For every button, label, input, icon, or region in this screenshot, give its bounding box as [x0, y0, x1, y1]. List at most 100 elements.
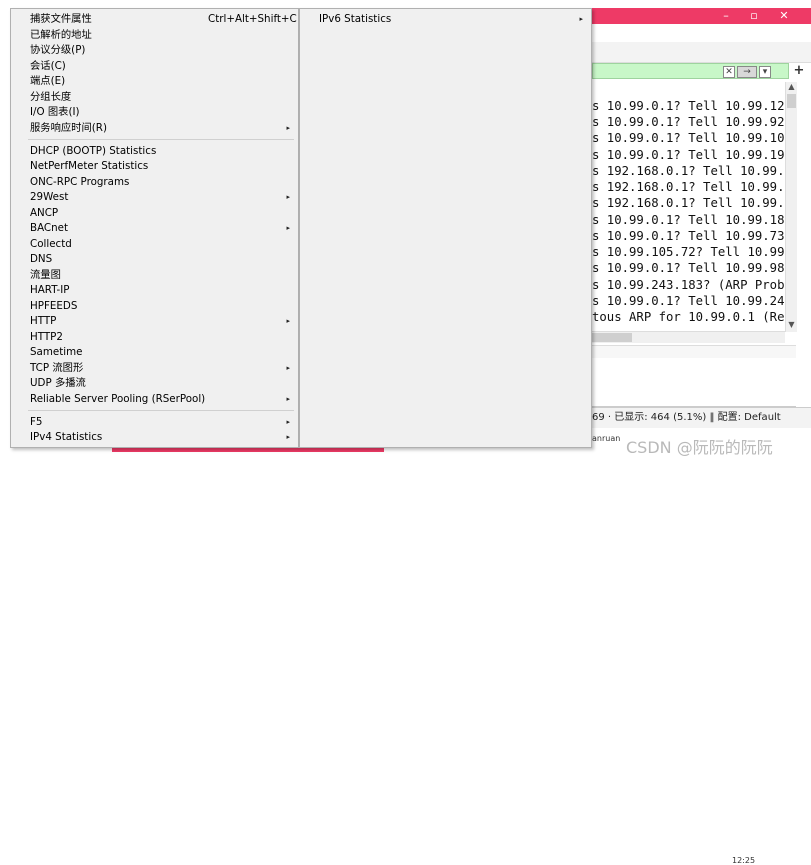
menu-item-label: DHCP (BOOTP) Statistics: [30, 145, 157, 157]
menu-item-protocol-hierarchy[interactable]: 协议分级(P): [11, 43, 298, 58]
menu-item-netperfmeter-statistics[interactable]: NetPerfMeter Statistics: [11, 159, 298, 174]
menu-item-label: 29West: [30, 191, 69, 203]
scrollbar-thumb[interactable]: [787, 94, 796, 108]
menu-item-label: 分组长度: [30, 91, 72, 103]
scroll-up-icon[interactable]: ▲: [786, 82, 797, 92]
wireshark-window: – ▫ ✕ ✕ → ▾ + s 10.99.0.1? Tell 10.99.12…: [592, 0, 811, 865]
menu-item-udp-multicast-streams[interactable]: UDP 多播流: [11, 376, 298, 391]
menu-item-dns[interactable]: DNS: [11, 252, 298, 267]
menu-item-ipv4-statistics[interactable]: IPv4 Statistics ▸: [11, 430, 298, 445]
menu-item-http[interactable]: HTTP ▸: [11, 314, 298, 329]
filter-dropdown-icon[interactable]: ▾: [759, 66, 771, 78]
submenu-arrow-icon: ▸: [286, 124, 290, 132]
menu-item-hpfeeds[interactable]: HPFEEDS: [11, 299, 298, 314]
menu-item-label: Sametime: [30, 346, 83, 358]
menu-item-collectd[interactable]: Collectd: [11, 237, 298, 252]
packet-row[interactable]: s 10.99.0.1? Tell 10.99.98: [592, 260, 785, 276]
menu-item-label: 已解析的地址: [30, 29, 92, 41]
menu-item-capture-file-properties[interactable]: 捕获文件属性 Ctrl+Alt+Shift+C: [11, 12, 298, 27]
menu-item-packet-lengths[interactable]: 分组长度: [11, 90, 298, 105]
menu-item-shortcut: Ctrl+Alt+Shift+C: [208, 13, 297, 25]
packet-row[interactable]: s 192.168.0.1? Tell 10.99.: [592, 195, 785, 211]
title-bar: – ▫ ✕: [592, 8, 811, 24]
statistics-menu: 捕获文件属性 Ctrl+Alt+Shift+C 已解析的地址 协议分级(P) 会…: [10, 8, 299, 448]
menu-item-flow-graph[interactable]: 流量图: [11, 268, 298, 283]
scroll-down-icon[interactable]: ▼: [786, 320, 797, 330]
filter-apply-icon[interactable]: →: [737, 66, 757, 78]
menu-item-label: 端点(E): [30, 75, 66, 87]
menu-item-rserpool[interactable]: Reliable Server Pooling (RSerPool) ▸: [11, 392, 298, 407]
menu-item-conversations[interactable]: 会话(C): [11, 59, 298, 74]
menu-item-service-response-time[interactable]: 服务响应时间(R) ▸: [11, 121, 298, 136]
packet-row[interactable]: s 10.99.0.1? Tell 10.99.19: [592, 147, 785, 163]
menu-item-label: HTTP: [30, 315, 57, 327]
menu-item-io-graph[interactable]: I/O 图表(I): [11, 105, 298, 120]
csdn-watermark: CSDN @阮阮的阮阮: [626, 438, 773, 457]
menu-item-f5[interactable]: F5 ▸: [11, 415, 298, 430]
menu-item-sametime[interactable]: Sametime: [11, 345, 298, 360]
packet-row[interactable]: s 10.99.0.1? Tell 10.99.12: [592, 98, 785, 114]
packet-row[interactable]: s 10.99.0.1? Tell 10.99.92: [592, 114, 785, 130]
submenu-arrow-icon: ▸: [286, 418, 290, 426]
menu-item-label: 会话(C): [30, 60, 66, 72]
status-bar: 69 · 已显示: 464 (5.1%) ‖ 配置: Default: [592, 407, 811, 428]
packet-row[interactable]: s 10.99.0.1? Tell 10.99.18: [592, 212, 785, 228]
menu-item-bacnet[interactable]: BACnet ▸: [11, 221, 298, 236]
menu-item-label: IPv4 Statistics: [30, 431, 103, 443]
display-filter-input[interactable]: ✕ → ▾: [592, 63, 789, 79]
submenu-arrow-icon: ▸: [286, 364, 290, 372]
menu-separator: [28, 139, 294, 140]
menu-item-label: BACnet: [30, 222, 69, 234]
menu-separator: [28, 410, 294, 411]
menu-item-label: 协议分级(P): [30, 44, 86, 56]
packet-row[interactable]: tous ARP for 10.99.0.1 (Re: [592, 309, 785, 325]
packet-row[interactable]: s 10.99.0.1? Tell 10.99.10: [592, 130, 785, 146]
menu-item-label: HTTP2: [30, 331, 63, 343]
menu-item-tcp-stream-graph[interactable]: TCP 流图形 ▸: [11, 361, 298, 376]
menu-item-label: 服务响应时间(R): [30, 122, 107, 134]
menu-item-dhcp-statistics[interactable]: DHCP (BOOTP) Statistics: [11, 144, 298, 159]
maximize-button[interactable]: ▫: [742, 8, 766, 24]
submenu-arrow-icon: ▸: [286, 224, 290, 232]
menu-item-onc-rpc-programs[interactable]: ONC-RPC Programs: [11, 175, 298, 190]
menu-bar: [592, 24, 811, 42]
menu-item-label: 捕获文件属性: [30, 13, 92, 25]
packet-row[interactable]: s 192.168.0.1? Tell 10.99.: [592, 163, 785, 179]
menu-item-label: Collectd: [30, 238, 72, 250]
packet-row[interactable]: s 192.168.0.1? Tell 10.99.: [592, 179, 785, 195]
menu-item-ipv6-statistics[interactable]: IPv6 Statistics ▸: [300, 12, 591, 27]
menu-item-label: ONC-RPC Programs: [30, 176, 130, 188]
minimize-button[interactable]: –: [714, 8, 738, 24]
packet-list[interactable]: s 10.99.0.1? Tell 10.99.12 s 10.99.0.1? …: [592, 82, 785, 334]
menu-item-label: HPFEEDS: [30, 300, 78, 312]
menu-item-ancp[interactable]: ANCP: [11, 206, 298, 221]
menu-item-label: I/O 图表(I): [30, 106, 80, 118]
status-text: 69 · 已显示: 464 (5.1%) ‖ 配置: Default: [592, 412, 781, 423]
filter-clear-icon[interactable]: ✕: [723, 66, 735, 78]
toolbar: [592, 42, 811, 63]
add-filter-button[interactable]: +: [792, 63, 806, 79]
taskbar-clock: 12:25: [732, 856, 756, 865]
menu-item-label: ANCP: [30, 207, 59, 219]
menu-item-label: NetPerfMeter Statistics: [30, 160, 149, 172]
submenu-arrow-icon: ▸: [286, 317, 290, 325]
packet-row[interactable]: s 10.99.0.1? Tell 10.99.24: [592, 293, 785, 309]
packet-list-scrollbar[interactable]: ▲ ▼: [785, 82, 797, 332]
menu-item-resolved-addresses[interactable]: 已解析的地址: [11, 28, 298, 43]
ipv6-submenu: IPv6 Statistics ▸: [299, 8, 592, 448]
menu-item-endpoints[interactable]: 端点(E): [11, 74, 298, 89]
packet-row[interactable]: s 10.99.243.183? (ARP Prob: [592, 277, 785, 293]
taskbar-app-label[interactable]: anruan: [592, 434, 620, 443]
packet-row[interactable]: s 10.99.105.72? Tell 10.99: [592, 244, 785, 260]
menu-item-http2[interactable]: HTTP2: [11, 330, 298, 345]
menu-item-label: HART-IP: [30, 284, 70, 296]
packet-list-hscrollbar[interactable]: [592, 331, 785, 343]
menu-item-29west[interactable]: 29West ▸: [11, 190, 298, 205]
hscrollbar-thumb[interactable]: [592, 333, 632, 342]
details-hscrollbar[interactable]: [592, 345, 796, 359]
packet-row[interactable]: s 10.99.0.1? Tell 10.99.73: [592, 228, 785, 244]
packet-details-pane[interactable]: [592, 358, 796, 407]
menu-item-label: IPv6 Statistics: [319, 13, 392, 25]
close-button[interactable]: ✕: [772, 8, 796, 24]
menu-item-hart-ip[interactable]: HART-IP: [11, 283, 298, 298]
